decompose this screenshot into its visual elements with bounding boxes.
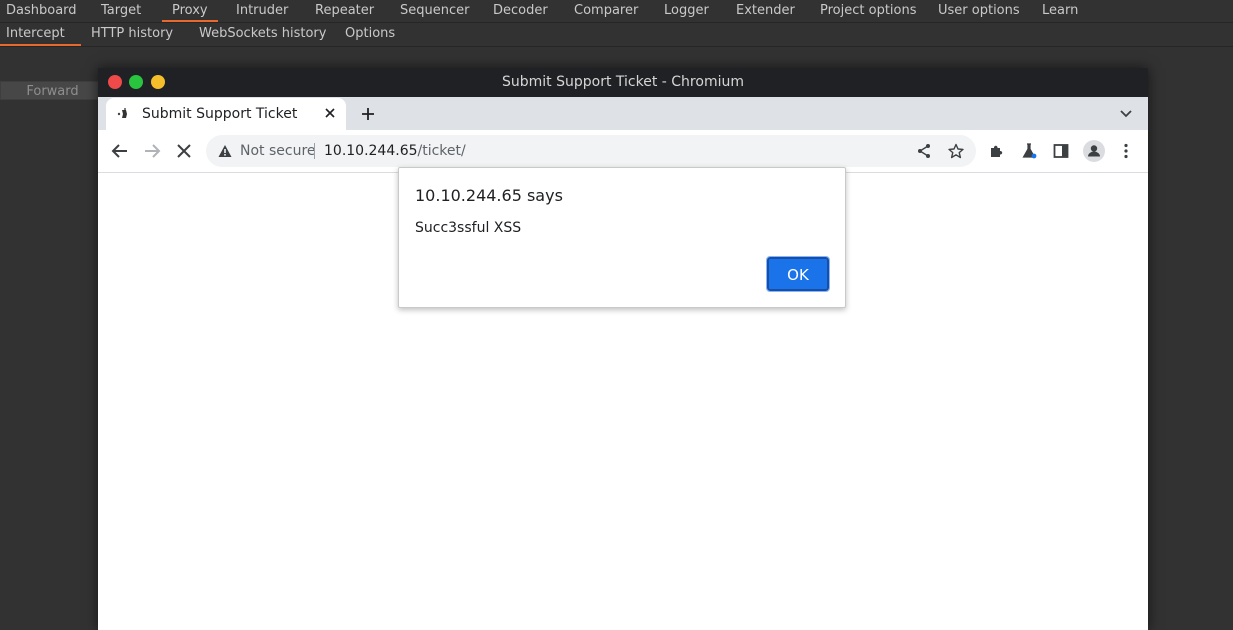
url-host: 10.10.244.65 xyxy=(324,143,418,159)
menu-dashboard[interactable]: Dashboard xyxy=(6,0,77,22)
burp-proxy-submenu: Intercept HTTP history WebSockets histor… xyxy=(0,23,1233,47)
menu-proxy[interactable]: Proxy xyxy=(162,0,218,22)
labs-flask-icon[interactable] xyxy=(1018,140,1040,162)
new-tab-button[interactable] xyxy=(356,100,380,128)
menu-decoder[interactable]: Decoder xyxy=(493,0,548,22)
security-label[interactable]: Not secure xyxy=(240,135,316,167)
tab-http-history[interactable]: HTTP history xyxy=(91,23,173,46)
address-divider xyxy=(314,143,315,159)
tab-close-icon[interactable] xyxy=(322,106,338,122)
menu-sequencer[interactable]: Sequencer xyxy=(400,0,469,22)
stop-loading-icon[interactable] xyxy=(173,140,195,162)
menu-comparer[interactable]: Comparer xyxy=(574,0,638,22)
tab-intercept[interactable]: Intercept xyxy=(0,23,81,46)
chromium-window: Submit Support Ticket - Chromium Submit … xyxy=(98,68,1148,630)
menu-logger[interactable]: Logger xyxy=(664,0,709,22)
url-text[interactable]: 10.10.244.65/ticket/ xyxy=(324,135,466,167)
menu-extender[interactable]: Extender xyxy=(736,0,795,22)
menu-learn[interactable]: Learn xyxy=(1042,0,1078,22)
dialog-title: 10.10.244.65 says xyxy=(415,186,563,205)
share-icon[interactable] xyxy=(913,140,935,162)
menu-project-options[interactable]: Project options xyxy=(820,0,917,22)
tab-websockets-history[interactable]: WebSockets history xyxy=(199,23,326,46)
window-title: Submit Support Ticket - Chromium xyxy=(502,74,744,90)
kebab-menu-icon[interactable] xyxy=(1115,140,1137,162)
browser-tab[interactable]: Submit Support Ticket xyxy=(106,98,346,130)
alert-dialog: 10.10.244.65 says Succ3ssful XSS OK xyxy=(398,167,846,308)
profile-avatar-icon[interactable] xyxy=(1083,140,1105,162)
forward-arrow-icon[interactable] xyxy=(141,140,163,162)
url-path: /ticket/ xyxy=(417,143,466,159)
window-titlebar: Submit Support Ticket - Chromium xyxy=(98,68,1148,97)
menu-repeater[interactable]: Repeater xyxy=(315,0,374,22)
back-arrow-icon[interactable] xyxy=(109,140,131,162)
menu-user-options[interactable]: User options xyxy=(938,0,1020,22)
menu-intruder[interactable]: Intruder xyxy=(236,0,288,22)
tab-options[interactable]: Options xyxy=(345,23,395,46)
menu-target[interactable]: Target xyxy=(101,0,141,22)
warning-icon[interactable] xyxy=(218,144,232,158)
tab-title: Submit Support Ticket xyxy=(142,106,298,122)
tab-search-chevron-icon[interactable] xyxy=(1116,103,1136,123)
favicon-icon xyxy=(116,107,130,121)
forward-button[interactable]: Forward xyxy=(0,81,105,100)
bookmark-star-icon[interactable] xyxy=(945,140,967,162)
address-bar[interactable]: Not secure 10.10.244.65/ticket/ xyxy=(206,135,976,167)
side-panel-icon[interactable] xyxy=(1050,140,1072,162)
tab-strip: Submit Support Ticket xyxy=(98,97,1148,130)
burp-main-menu: Dashboard Target Proxy Intruder Repeater… xyxy=(0,0,1233,23)
extensions-puzzle-icon[interactable] xyxy=(986,140,1008,162)
dialog-message: Succ3ssful XSS xyxy=(415,220,522,236)
ok-button[interactable]: OK xyxy=(766,256,830,292)
